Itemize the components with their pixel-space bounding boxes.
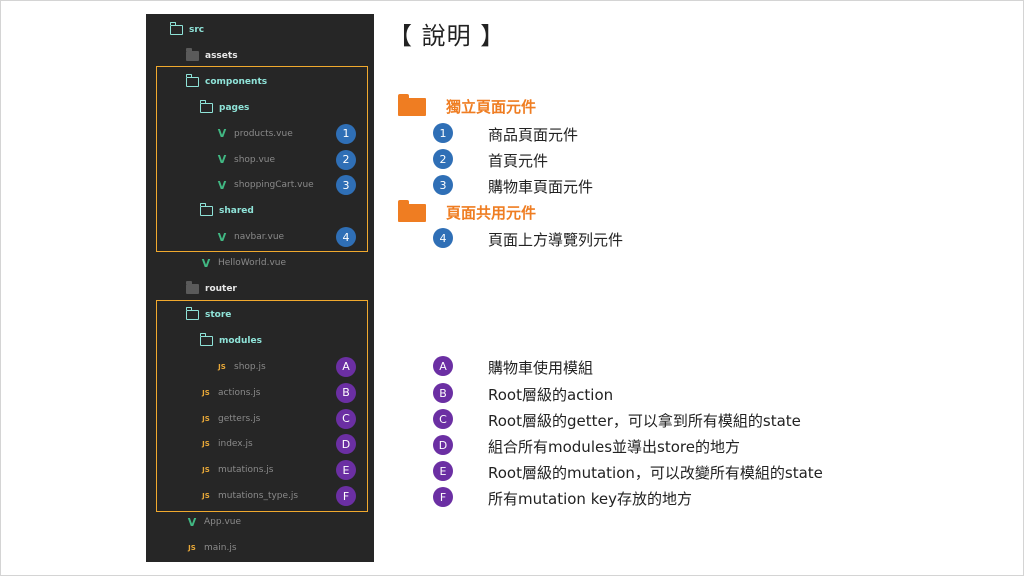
legend-text: Root層級的mutation，可以改變所有模組的state xyxy=(488,464,823,482)
folder-open-icon xyxy=(169,22,183,35)
legend-text: 所有mutation key存放的地方 xyxy=(488,490,692,508)
tree-badge: A xyxy=(336,356,356,377)
tree-row-label: shop.js xyxy=(234,361,266,372)
js-file-icon: JS xyxy=(218,362,226,371)
file-tree-panel: src assets components pages Vproducts.vue Vsh… xyxy=(146,14,374,562)
legend-badge: 1 xyxy=(433,123,453,143)
tree-row-label: store xyxy=(205,309,232,320)
tree-row-label: products.vue xyxy=(234,128,293,139)
folder-icon xyxy=(398,199,426,222)
legend-text: Root層級的action xyxy=(488,386,614,404)
tree-row[interactable]: shared xyxy=(199,201,254,221)
tree-row-label: modules xyxy=(219,335,262,346)
tree-badge: B xyxy=(336,382,356,403)
legend-text: 商品頁面元件 xyxy=(488,126,579,144)
tree-row-label: App.vue xyxy=(204,517,242,528)
tree-badge: C xyxy=(336,408,356,429)
legend-badge: D xyxy=(433,435,453,455)
tree-row[interactable]: V HelloWorld.vue xyxy=(200,253,286,273)
tree-row[interactable]: JS main.js xyxy=(186,538,237,558)
tree-row-label: navbar.vue xyxy=(234,232,285,243)
tree-row-label: pages xyxy=(219,102,250,113)
legend-badge: E xyxy=(433,461,453,481)
tree-row[interactable]: JS getters.js xyxy=(200,409,260,429)
js-file-icon: JS xyxy=(202,440,210,449)
folder-closed-icon xyxy=(186,281,199,294)
folder-icon xyxy=(398,93,426,116)
tree-row-label: HelloWorld.vue xyxy=(218,258,287,269)
tree-badge: 1 xyxy=(336,123,356,144)
tree-row-label: assets xyxy=(205,50,238,61)
legend-badge: B xyxy=(433,383,453,403)
tree-row-label: index.js xyxy=(218,439,253,450)
legend-text: 首頁元件 xyxy=(488,152,549,170)
tree-row[interactable]: JS mutations_type.js xyxy=(200,486,298,506)
vue-file-icon: V xyxy=(201,256,211,270)
tree-row-label: shared xyxy=(219,206,254,217)
legend-text: 頁面上方導覽列元件 xyxy=(488,231,624,249)
js-file-icon: JS xyxy=(202,414,210,423)
legend-badge: 2 xyxy=(433,149,453,169)
legend-text: 購物車頁面元件 xyxy=(488,178,594,196)
folder-open-icon xyxy=(199,203,213,217)
legend-text: 組合所有modules並導出store的地方 xyxy=(488,438,740,456)
vue-file-icon: V xyxy=(187,515,197,529)
tree-row[interactable]: Vnavbar.vue xyxy=(216,227,284,247)
tree-row-label: mutations.js xyxy=(218,465,274,476)
page-title: 【 說明 】 xyxy=(388,22,506,50)
section-independent-pages: 獨立頁面元件 xyxy=(398,93,537,117)
vue-file-icon: V xyxy=(217,230,227,244)
tree-row[interactable]: components xyxy=(185,72,268,92)
folder-open-icon xyxy=(185,306,199,320)
legend-badge: F xyxy=(433,487,453,507)
vue-file-icon: V xyxy=(217,153,227,166)
js-file-icon: JS xyxy=(202,492,210,501)
legend-badge: C xyxy=(433,409,453,429)
vue-file-icon: V xyxy=(217,127,227,141)
legend-badge: 4 xyxy=(433,228,453,248)
folder-open-icon xyxy=(185,73,199,87)
folder-open-icon xyxy=(199,99,213,113)
folder-open-icon xyxy=(199,332,213,346)
tree-row[interactable]: JS mutations.js xyxy=(200,460,274,480)
legend-text: 購物車使用模組 xyxy=(488,359,594,377)
vue-file-icon: V xyxy=(217,178,227,192)
tree-row[interactable]: JS actions.js xyxy=(200,383,260,403)
tree-row[interactable]: pages xyxy=(199,98,250,118)
tree-row[interactable]: V App.vue xyxy=(186,512,241,532)
tree-row[interactable]: Vproducts.vue xyxy=(216,124,293,144)
tree-badge: 2 xyxy=(336,149,356,170)
tree-row-label: main.js xyxy=(204,543,237,553)
legend-badge: A xyxy=(433,356,453,376)
tree-row[interactable]: JS index.js xyxy=(200,434,253,454)
tree-row-label: shoppingCart.vue xyxy=(234,180,314,191)
tree-row[interactable]: VshoppingCart.vue xyxy=(216,175,314,195)
js-file-icon: JS xyxy=(188,544,196,552)
tree-row-label: components xyxy=(205,76,268,87)
tree-row-label: actions.js xyxy=(218,387,261,398)
tree-row[interactable]: modules xyxy=(199,331,262,351)
tree-row[interactable]: JS shop.js xyxy=(216,357,266,377)
tree-row-label: src xyxy=(189,25,205,35)
tree-row[interactable]: router xyxy=(186,279,237,299)
legend-badge: 3 xyxy=(433,175,453,195)
section-label: 獨立頁面元件 xyxy=(446,98,537,116)
tree-row-label: mutations_type.js xyxy=(218,491,299,502)
js-file-icon: JS xyxy=(202,466,210,475)
section-shared-components: 頁面共用元件 xyxy=(398,199,537,223)
tree-row-label: getters.js xyxy=(218,413,261,424)
tree-row[interactable]: store xyxy=(185,305,232,325)
tree-row[interactable]: assets xyxy=(186,46,238,66)
tree-row[interactable]: src xyxy=(169,20,205,40)
legend-text: Root層級的getter，可以拿到所有模組的state xyxy=(488,412,801,430)
js-file-icon: JS xyxy=(202,388,210,397)
tree-row-label: shop.vue xyxy=(234,154,276,165)
folder-closed-icon xyxy=(186,47,199,61)
tree-row[interactable]: Vshop.vue xyxy=(216,150,275,170)
section-label: 頁面共用元件 xyxy=(446,204,537,222)
tree-row-label: router xyxy=(205,284,237,294)
